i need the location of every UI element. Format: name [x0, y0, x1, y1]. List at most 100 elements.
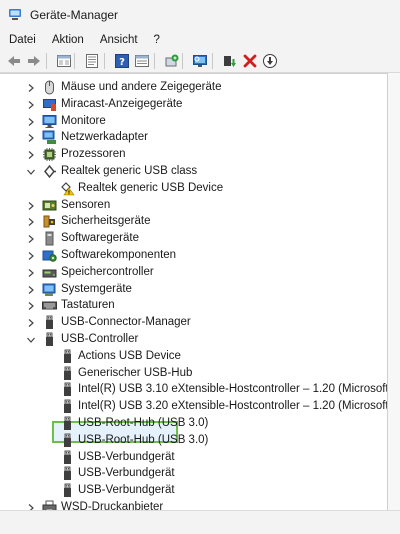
- tree-item-label: Sicherheitsgeräte: [61, 215, 151, 228]
- chevron-right-icon[interactable]: [26, 230, 36, 247]
- vertical-scrollbar[interactable]: [388, 73, 400, 510]
- tree-item-usb-connector-manager[interactable]: USB-Connector-Manager: [0, 314, 387, 331]
- chevron-right-icon[interactable]: [26, 247, 36, 264]
- tree-item-label: Monitore: [61, 114, 106, 127]
- chevron-right-icon[interactable]: [26, 197, 36, 214]
- tree-item-label: Realtek generic USB class: [61, 165, 198, 177]
- tree-item-label: Systemgeräte: [61, 282, 132, 295]
- menu-aktion[interactable]: Aktion: [44, 30, 92, 50]
- tree-item-label: Mäuse und andere Zeigegeräte: [61, 81, 222, 93]
- chevron-down-icon[interactable]: [26, 331, 36, 348]
- tree-item-label: USB-Controller: [61, 333, 139, 345]
- usb-icon: [60, 416, 75, 431]
- chevron-right-icon[interactable]: [26, 96, 36, 113]
- tree-item-realtek-generic-usb-device[interactable]: Realtek generic USB Device: [0, 180, 387, 197]
- update-driver-icon[interactable]: [164, 53, 180, 69]
- tree-item-speichercontroller[interactable]: Speichercontroller: [0, 264, 387, 281]
- chevron-right-icon[interactable]: [26, 297, 36, 314]
- tree-item-intel-r-usb-3-10-extensible-hostcontroller-1-20-microsoft[interactable]: Intel(R) USB 3.10 eXtensible-Hostcontrol…: [0, 381, 387, 398]
- tree-item-usb-root-hub-usb-3-0[interactable]: USB-Root-Hub (USB 3.0): [0, 432, 387, 449]
- monitor-icon: [42, 114, 57, 129]
- mouse-icon: [42, 80, 57, 95]
- toolbar-separator: [212, 53, 213, 69]
- tree-item-netzwerkadapter[interactable]: Netzwerkadapter: [0, 129, 387, 146]
- back-arrow-icon[interactable]: [6, 53, 22, 69]
- chevron-right-icon[interactable]: [26, 264, 36, 281]
- system-device-icon: [42, 282, 57, 297]
- storage-controller-icon: [42, 265, 57, 280]
- tree-item-actions-usb-device[interactable]: Actions USB Device: [0, 348, 387, 365]
- menu-ansicht[interactable]: Ansicht: [92, 30, 146, 50]
- toolbar-separator: [104, 53, 105, 69]
- toolbar-separator: [182, 53, 183, 69]
- usb-icon: [60, 450, 75, 465]
- tree-item-prozessoren[interactable]: Prozessoren: [0, 146, 387, 163]
- software-device-icon: [42, 231, 57, 246]
- chevron-right-icon[interactable]: [26, 113, 36, 130]
- tree-item-usb-verbundgeraet[interactable]: USB-Verbundgerät: [0, 449, 387, 466]
- network-adapter-icon: [42, 130, 57, 145]
- help-icon[interactable]: ?: [114, 53, 130, 69]
- tree-item-tastaturen[interactable]: Tastaturen: [0, 297, 387, 314]
- title-bar: Geräte-Manager: [0, 0, 400, 30]
- tree-item-usb-verbundgeraet[interactable]: USB-Verbundgerät: [0, 482, 387, 499]
- usb-icon: [60, 466, 75, 481]
- tree-item-realtek-generic-usb-class[interactable]: Realtek generic USB class: [0, 163, 387, 180]
- chevron-right-icon[interactable]: [26, 146, 36, 163]
- tree-item-label: Speichercontroller: [61, 265, 154, 278]
- tree-item-softwarekomponenten[interactable]: Softwarekomponenten: [0, 247, 387, 264]
- chevron-right-icon[interactable]: [26, 314, 36, 331]
- toolbar-separator: [154, 53, 155, 69]
- scan-hardware-icon[interactable]: [192, 53, 208, 69]
- usb-icon: [60, 382, 75, 397]
- usb-icon: [60, 399, 75, 414]
- menu-datei[interactable]: Datei: [0, 30, 44, 50]
- tree-item-label: Netzwerkadapter: [61, 131, 148, 144]
- tree-item-usb-root-hub-usb-3-0[interactable]: USB-Root-Hub (USB 3.0): [0, 415, 387, 432]
- tree-item-monitore[interactable]: Monitore: [0, 113, 387, 130]
- chevron-right-icon[interactable]: [26, 281, 36, 298]
- forward-arrow-icon[interactable]: [26, 53, 42, 69]
- tree-item-label: Prozessoren: [61, 148, 126, 161]
- tree-item-usb-verbundgeraet[interactable]: USB-Verbundgerät: [0, 465, 387, 482]
- tree-item-softwaregeraete[interactable]: Softwaregeräte: [0, 230, 387, 247]
- chevron-right-icon[interactable]: [26, 129, 36, 146]
- sensor-icon: [42, 198, 57, 213]
- chevron-right-icon[interactable]: [26, 79, 36, 96]
- tree-item-maeuse-und-andere-zeigegeraete[interactable]: Mäuse und andere Zeigegeräte: [0, 79, 387, 96]
- svg-text:?: ?: [119, 57, 125, 68]
- enable-device-icon[interactable]: [222, 53, 238, 69]
- tree-item-intel-r-usb-3-20-extensible-hostcontroller-1-20-microsoft[interactable]: Intel(R) USB 3.20 eXtensible-Hostcontrol…: [0, 398, 387, 415]
- tree-item-label: Generischer USB-Hub: [78, 366, 193, 379]
- usb-icon: [42, 332, 57, 347]
- disable-device-icon[interactable]: [262, 53, 278, 69]
- tree-item-generischer-usb-hub[interactable]: Generischer USB-Hub: [0, 365, 387, 382]
- toolbar: ?: [0, 50, 400, 73]
- tree-item-label: Realtek generic USB Device: [78, 181, 224, 194]
- warning-device-icon: [60, 181, 75, 196]
- chevron-down-icon[interactable]: [26, 163, 36, 180]
- tree-item-miracast-anzeigegeraete[interactable]: Miracast-Anzeigegeräte: [0, 96, 387, 113]
- tree-item-label: Tastaturen: [61, 299, 115, 312]
- usb-icon: [60, 366, 75, 381]
- tree-item-label: Intel(R) USB 3.20 eXtensible-Hostcontrol…: [78, 400, 388, 413]
- tree-item-label: Softwaregeräte: [61, 232, 139, 245]
- security-device-icon: [42, 214, 57, 229]
- tree-item-sensoren[interactable]: Sensoren: [0, 197, 387, 214]
- device-tree[interactable]: Mäuse und andere Zeigegeräte Miracast-Anz…: [0, 73, 388, 512]
- properties-icon[interactable]: [84, 53, 100, 69]
- tree-item-label: USB-Connector-Manager: [61, 316, 191, 329]
- uninstall-device-icon[interactable]: [242, 53, 258, 69]
- tree-item-systemgeraete[interactable]: Systemgeräte: [0, 281, 387, 298]
- tree-item-label: USB-Verbundgerät: [78, 450, 175, 463]
- chevron-right-icon[interactable]: [26, 213, 36, 230]
- usb-icon: [42, 315, 57, 330]
- usb-icon: [60, 433, 75, 448]
- device-manager-app-icon: [8, 8, 22, 22]
- show-hidden-icon[interactable]: [56, 53, 72, 69]
- menu-help[interactable]: ?: [146, 30, 168, 50]
- tree-item-usb-controller[interactable]: USB-Controller: [0, 331, 387, 348]
- view-icon[interactable]: [134, 53, 150, 69]
- tree-item-sicherheitsgeraete[interactable]: Sicherheitsgeräte: [0, 213, 387, 230]
- keyboard-icon: [42, 298, 57, 313]
